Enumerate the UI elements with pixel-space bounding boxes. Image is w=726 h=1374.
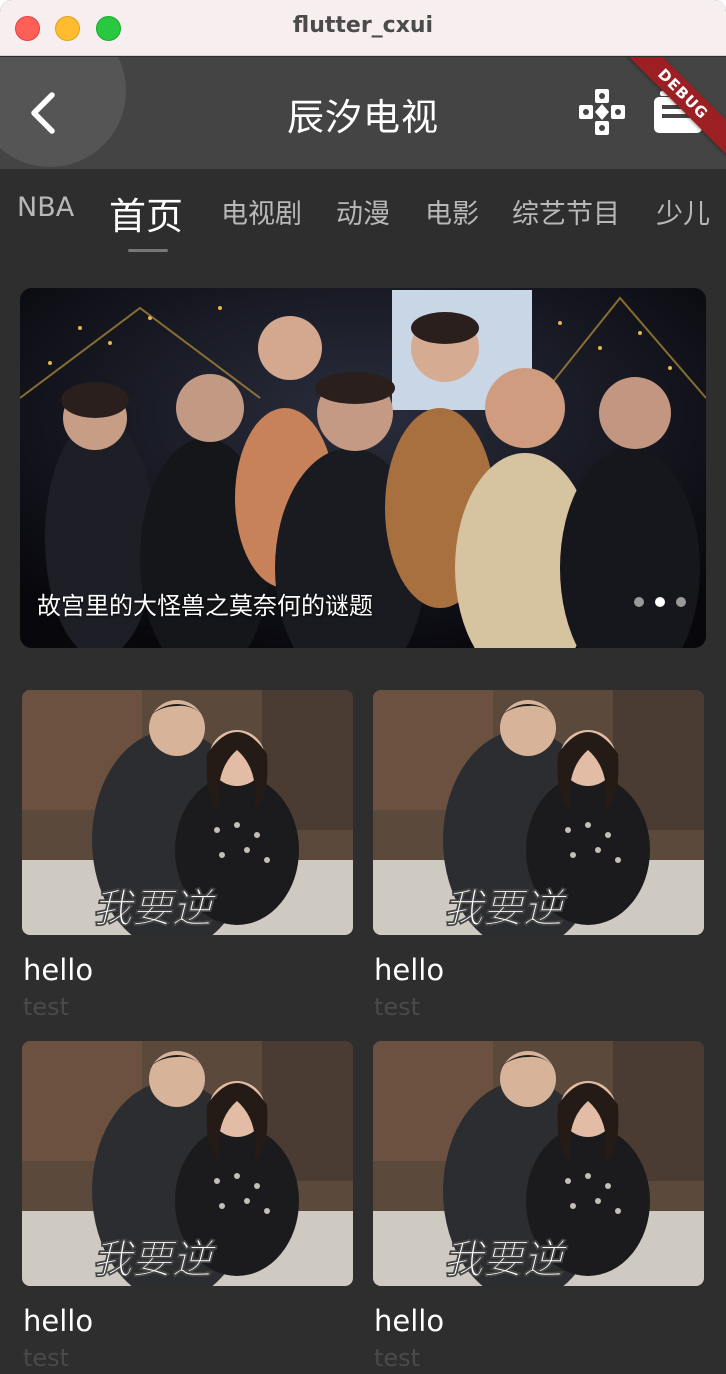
tab-home[interactable]: 首页 [109,186,183,240]
carousel-dot[interactable] [634,597,644,607]
video-card[interactable]: 我要逆 hello test [373,690,704,1021]
poster-image: 我要逆 [373,690,704,935]
video-poster[interactable]: 我要逆 [22,1041,353,1286]
video-title: hello [374,1304,445,1338]
gamepad-icon[interactable] [577,87,627,137]
window-title: flutter_cxui [292,13,434,38]
video-title: hello [374,953,445,987]
video-subtitle: test [374,1344,421,1372]
svg-text:我要逆: 我要逆 [92,1236,218,1283]
active-tab-indicator [128,249,168,252]
carousel-dot[interactable] [676,597,686,607]
category-tabs: NBA 首页 电视剧 动漫 电影 综艺节目 少儿 [0,170,726,260]
window-titlebar: flutter_cxui [0,0,726,56]
svg-text:我要逆: 我要逆 [92,885,218,932]
video-subtitle: test [374,993,421,1021]
tab-movies[interactable]: 电影 [425,192,479,231]
video-poster[interactable]: 我要逆 [22,690,353,935]
video-subtitle: test [23,1344,70,1372]
app-bar: 辰汐电视 DEBUG [0,57,726,169]
featured-banner[interactable]: 故宫里的大怪兽之莫奈何的谜题 [20,288,706,648]
poster-image: 我要逆 [22,1041,353,1286]
app-window: flutter_cxui 辰汐电视 DEBUG NBA 首页 电视剧 动漫 电影… [0,0,726,1374]
carousel-dot-active[interactable] [655,597,665,607]
poster-image: 我要逆 [22,690,353,935]
video-poster[interactable]: 我要逆 [373,690,704,935]
svg-text:我要逆: 我要逆 [443,885,569,932]
video-card[interactable]: 我要逆 hello test [22,1041,353,1372]
tab-tv-series[interactable]: 电视剧 [221,192,302,231]
tab-nba[interactable]: NBA [17,192,74,223]
video-title: hello [23,1304,94,1338]
tab-anime[interactable]: 动漫 [336,192,390,231]
video-card[interactable]: 我要逆 hello test [373,1041,704,1372]
poster-image: 我要逆 [373,1041,704,1286]
tab-kids[interactable]: 少儿 [656,192,710,231]
video-poster[interactable]: 我要逆 [373,1041,704,1286]
svg-text:我要逆: 我要逆 [443,1236,569,1283]
tab-variety[interactable]: 综艺节目 [512,192,620,231]
banner-caption: 故宫里的大怪兽之莫奈何的谜题 [37,592,373,620]
video-card[interactable]: 我要逆 hello test [22,690,353,1021]
video-subtitle: test [23,993,70,1021]
video-title: hello [23,953,94,987]
